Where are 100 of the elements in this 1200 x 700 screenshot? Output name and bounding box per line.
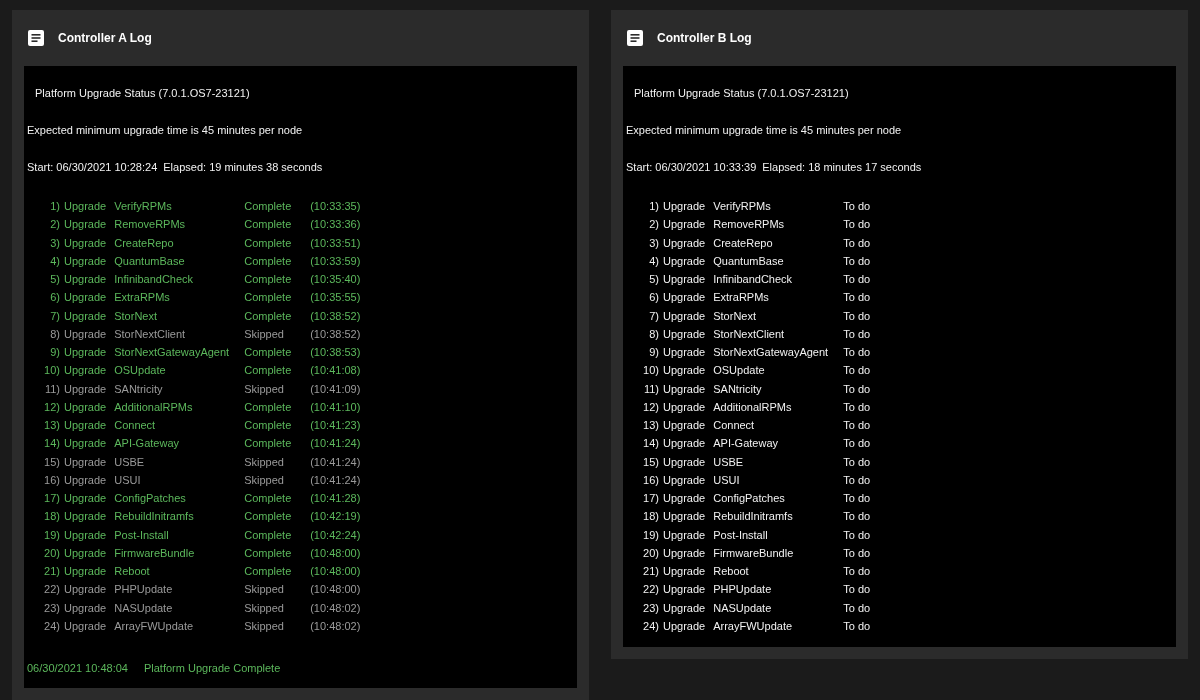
step-status: To do [843, 218, 872, 231]
step-name: OSUpdate [114, 364, 167, 377]
panel-title: Controller A Log [58, 31, 152, 45]
step-time: (10:41:08) [310, 364, 361, 377]
step-number: 19) [43, 528, 61, 541]
step-action: Upgrade [64, 565, 107, 578]
step-number: 21) [43, 565, 61, 578]
step-number: 5) [648, 273, 660, 286]
step-time: (10:33:59) [310, 254, 361, 267]
step-number: 13) [43, 419, 61, 432]
step-status: Skipped [244, 327, 285, 340]
step-action: Upgrade [663, 601, 706, 614]
step-number: 19) [642, 528, 660, 541]
step-status: Complete [244, 200, 293, 213]
step-name: ConfigPatches [114, 492, 187, 505]
step-status: To do [843, 546, 872, 559]
log-timestamp: 06/30/2021 10:48:04 [27, 661, 128, 675]
step-number: 24) [43, 619, 61, 632]
step-action: Upgrade [663, 473, 706, 486]
step-number: 17) [43, 492, 61, 505]
step-action: Upgrade [64, 455, 107, 468]
step-name: ArrayFWUpdate [713, 619, 794, 632]
step-status: Complete [244, 364, 293, 377]
step-action: Upgrade [64, 619, 107, 632]
step-action: Upgrade [663, 437, 706, 450]
step-status: Complete [244, 528, 293, 541]
step-action: Upgrade [64, 200, 107, 213]
step-time: (10:41:24) [310, 437, 361, 450]
step-number: 12) [642, 400, 660, 413]
step-action: Upgrade [663, 400, 706, 413]
step-action: Upgrade [663, 492, 706, 505]
step-name: Reboot [713, 565, 750, 578]
step-name: FirmwareBundle [713, 546, 795, 559]
step-number: 4) [648, 254, 660, 267]
step-number: 6) [648, 291, 660, 304]
step-action: Upgrade [64, 510, 107, 523]
step-action: Upgrade [64, 437, 107, 450]
step-time: (10:33:35) [310, 200, 361, 213]
step-action: Upgrade [663, 419, 706, 432]
step-status: To do [843, 437, 872, 450]
step-action: Upgrade [64, 382, 107, 395]
step-name: StorNextClient [114, 327, 187, 340]
step-status: Complete [244, 419, 293, 432]
step-name: ExtraRPMs [114, 291, 171, 304]
step-time: (10:41:24) [310, 473, 361, 486]
step-action: Upgrade [64, 327, 107, 340]
step-number: 1) [648, 200, 660, 213]
step-name: CreateRepo [114, 236, 175, 249]
step-name: Connect [713, 419, 756, 432]
step-name: VerifyRPMs [114, 200, 173, 213]
step-status: To do [843, 601, 872, 614]
step-status: To do [843, 364, 872, 377]
step-status: To do [843, 400, 872, 413]
step-number: 20) [43, 546, 61, 559]
step-status: To do [843, 455, 872, 468]
step-action: Upgrade [64, 601, 107, 614]
step-time: (10:41:10) [310, 400, 361, 413]
log-line: Elapsed: 18 minutes 17 seconds [762, 160, 922, 174]
document-icon [28, 30, 44, 46]
step-number: 4) [49, 254, 61, 267]
step-time: (10:38:53) [310, 346, 361, 359]
log-line: Expected minimum upgrade time is 45 minutes per node [626, 123, 902, 137]
step-action: Upgrade [663, 528, 706, 541]
step-status: Complete [244, 218, 293, 231]
step-time: (10:33:51) [310, 236, 361, 249]
step-name: Post-Install [114, 528, 170, 541]
log-line: Start: 06/30/2021 10:33:39 [626, 160, 757, 174]
step-number: 24) [642, 619, 660, 632]
step-action: Upgrade [663, 236, 706, 249]
step-status: To do [843, 309, 872, 322]
step-action: Upgrade [64, 400, 107, 413]
log-heading: Platform Upgrade Status (7.0.1.OS7-23121) [633, 86, 849, 100]
step-action: Upgrade [663, 254, 706, 267]
step-status: Complete [244, 309, 293, 322]
step-status: Complete [244, 546, 293, 559]
step-number: 22) [43, 583, 61, 596]
step-time: (10:38:52) [310, 309, 361, 322]
step-number: 14) [43, 437, 61, 450]
step-number: 1) [49, 200, 61, 213]
step-action: Upgrade [64, 254, 107, 267]
step-status: To do [843, 200, 872, 213]
log-line: Expected minimum upgrade time is 45 minutes per node [27, 123, 303, 137]
step-number: 11) [642, 382, 660, 395]
step-action: Upgrade [663, 346, 706, 359]
step-status: Complete [244, 492, 293, 505]
step-number: 23) [642, 601, 660, 614]
step-number: 9) [49, 346, 61, 359]
step-status: Complete [244, 565, 293, 578]
step-status: Complete [244, 273, 293, 286]
step-name: FirmwareBundle [114, 546, 196, 559]
step-time: (10:42:24) [310, 528, 361, 541]
step-name: NASUpdate [713, 601, 773, 614]
step-status: Skipped [244, 473, 285, 486]
step-time: (10:48:02) [310, 601, 361, 614]
step-number: 10) [43, 364, 61, 377]
step-action: Upgrade [64, 583, 107, 596]
step-action: Upgrade [663, 565, 706, 578]
step-action: Upgrade [64, 236, 107, 249]
step-number: 16) [43, 473, 61, 486]
step-action: Upgrade [64, 419, 107, 432]
